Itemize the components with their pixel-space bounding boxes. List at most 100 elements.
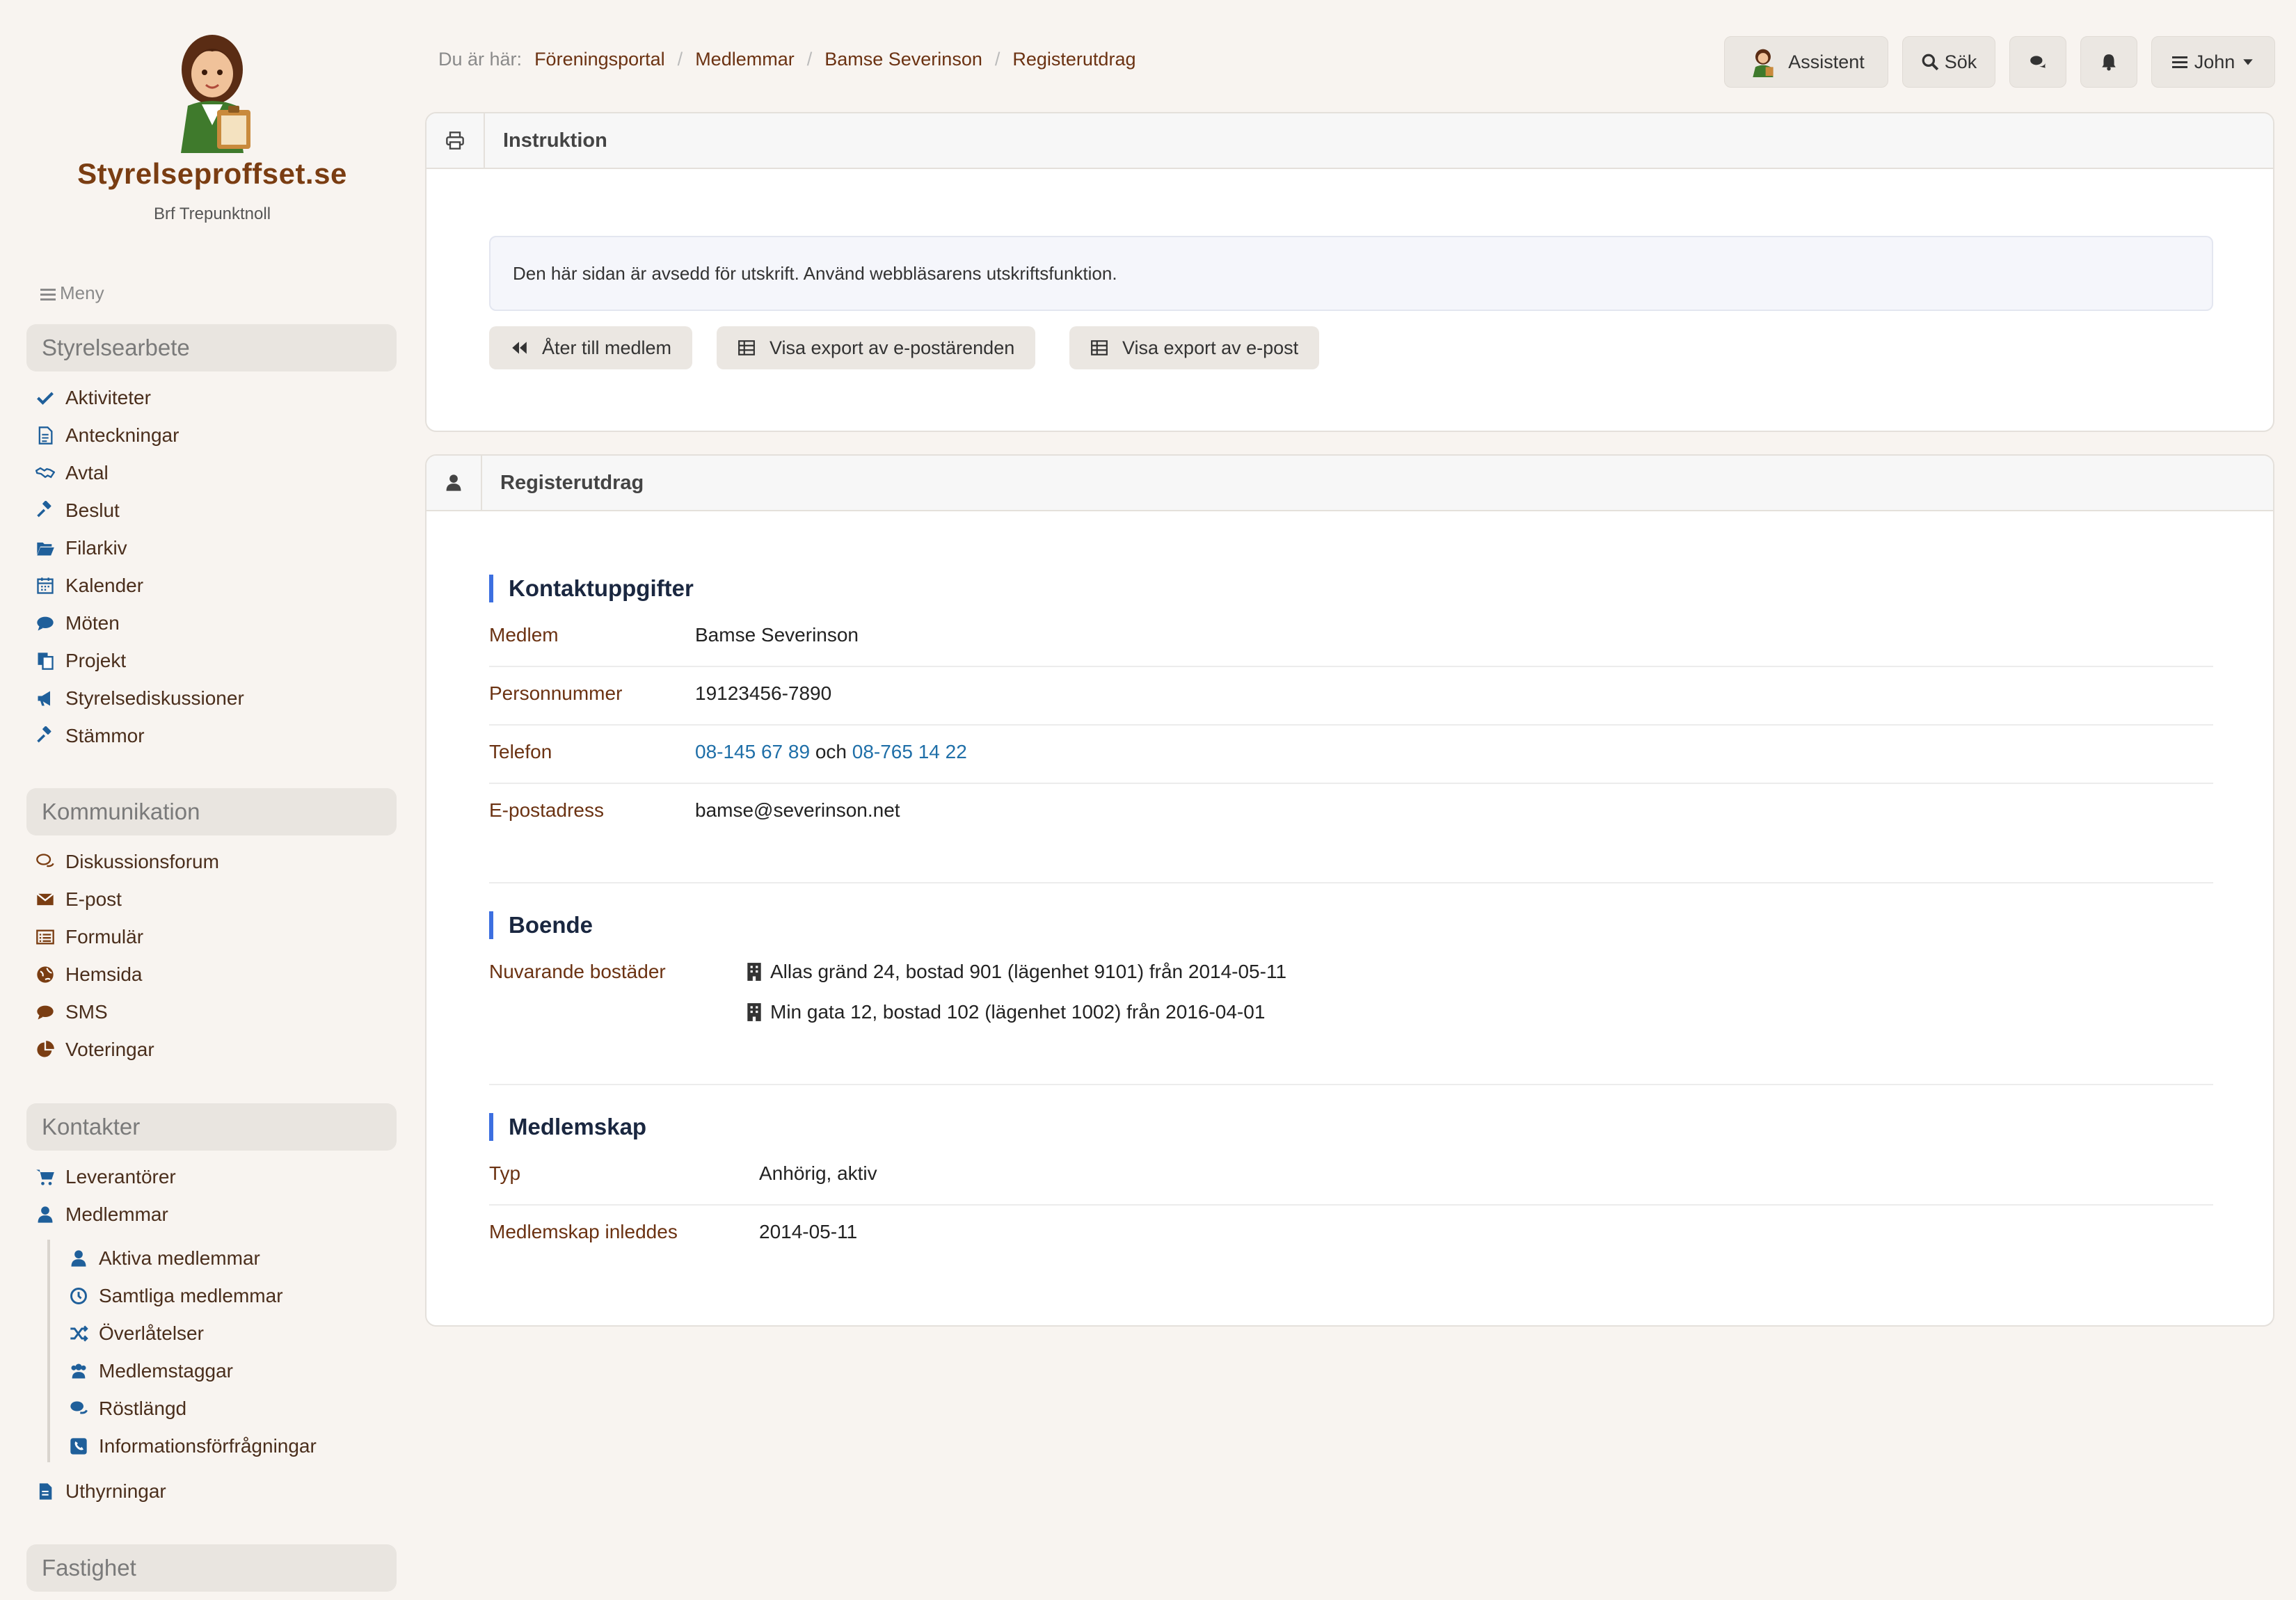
mascot-logo-icon[interactable] (153, 28, 271, 153)
user-icon (35, 1204, 56, 1225)
messages-button[interactable] (2009, 36, 2066, 88)
document-icon (35, 425, 56, 446)
user-icon (68, 1248, 89, 1269)
gavel-icon (35, 726, 56, 746)
copy-icon (35, 650, 56, 671)
section-fastighet[interactable]: Fastighet (26, 1544, 397, 1592)
membership-start-row: Medlemskap inleddes 2014-05-11 (489, 1206, 2213, 1264)
nav-diskussionsforum[interactable]: Diskussionsforum (35, 848, 219, 876)
instruction-panel: Instruktion Den här sidan är avsedd för … (425, 112, 2274, 432)
breadcrumb-member[interactable]: Bamse Severinson (824, 49, 982, 70)
section-divider (489, 1084, 2213, 1085)
breadcrumb-medlemmar[interactable]: Medlemmar (695, 49, 795, 70)
breadcrumb-foreningsportal[interactable]: Föreningsportal (534, 49, 665, 70)
housing-section-title: Boende (489, 911, 593, 939)
comment-icon (35, 613, 56, 634)
housing-row: Nuvarande bostäder (489, 945, 767, 1004)
export-email-button[interactable]: Visa export av e-post (1069, 326, 1320, 369)
search-button[interactable]: Sök (1902, 36, 1995, 88)
user-menu-button[interactable]: John (2151, 36, 2275, 88)
membership-start-value: 2014-05-11 (759, 1221, 858, 1242)
pnr-label: Personnummer (489, 682, 623, 704)
contact-section-title: Kontaktuppgifter (489, 575, 694, 602)
nav-rostlangd[interactable]: Röstlängd (68, 1395, 186, 1423)
phone-label: Telefon (489, 741, 552, 762)
nav-aktiviteter[interactable]: Aktiviteter (35, 384, 151, 412)
breadcrumb: Du är här: Föreningsportal / Medlemmar /… (438, 49, 1136, 70)
membership-type-row: Typ Anhörig, aktiv (489, 1147, 2213, 1206)
building-icon (747, 963, 761, 981)
shuffle-icon (68, 1323, 89, 1344)
logo-area: Styrelseproffset.se Brf Trepunktnoll (0, 28, 424, 224)
building-icon (747, 1003, 761, 1021)
nav-avtal[interactable]: Avtal (35, 459, 109, 487)
nav-anteckningar[interactable]: Anteckningar (35, 422, 179, 449)
brand-name[interactable]: Styrelseproffset.se (0, 157, 424, 191)
assistant-button[interactable]: Assistent (1724, 36, 1888, 88)
backward-icon (512, 342, 527, 354)
nav-medlemmar[interactable]: Medlemmar (35, 1201, 168, 1229)
notifications-button[interactable] (2080, 36, 2137, 88)
section-styrelsearbete[interactable]: Styrelsearbete (26, 324, 397, 371)
residence-item: Min gata 12, bostad 102 (lägenhet 1002) … (747, 1001, 1265, 1023)
calendar-icon (35, 575, 56, 596)
member-label: Medlem (489, 624, 559, 646)
phone-link-2[interactable]: 08-765 14 22 (852, 741, 967, 762)
nav-kalender[interactable]: Kalender (35, 572, 143, 600)
nav-formular[interactable]: Formulär (35, 923, 143, 951)
email-value: bamse@severinson.net (695, 799, 900, 821)
sidebar: Styrelseproffset.se Brf Trepunktnoll Men… (0, 0, 417, 1600)
nav-beslut[interactable]: Beslut (35, 497, 120, 525)
section-kontakter[interactable]: Kontakter (26, 1103, 397, 1151)
comments-icon (2030, 56, 2046, 68)
nav-projekt[interactable]: Projekt (35, 647, 126, 675)
back-to-member-button[interactable]: Åter till medlem (489, 326, 693, 369)
nav-styrelsediskussioner[interactable]: Styrelsediskussioner (35, 685, 244, 712)
nav-informationsforfragningar[interactable]: Informationsförfrågningar (68, 1432, 317, 1460)
nav-uthyrningar[interactable]: Uthyrningar (35, 1478, 166, 1505)
housing-label: Nuvarande bostäder (489, 961, 666, 982)
nav-aktiva-medlemmar[interactable]: Aktiva medlemmar (68, 1245, 260, 1272)
submenu-rail (47, 1240, 50, 1462)
membership-type-label: Typ (489, 1162, 521, 1184)
nav-moten[interactable]: Möten (35, 609, 120, 637)
print-info-alert: Den här sidan är avsedd för utskrift. An… (489, 236, 2213, 311)
hamburger-icon (40, 286, 56, 303)
nav-leverantorer[interactable]: Leverantörer (35, 1163, 176, 1191)
export-email-cases-button[interactable]: Visa export av e-postärenden (717, 326, 1036, 369)
check-icon (35, 387, 56, 408)
handshake-icon (35, 463, 56, 483)
email-label: E-postadress (489, 799, 604, 821)
phone-link-1[interactable]: 08-145 67 89 (695, 741, 810, 762)
nav-samtliga-medlemmar[interactable]: Samtliga medlemmar (68, 1282, 283, 1310)
pnr-value: 19123456-7890 (695, 682, 832, 704)
breadcrumb-registerutdrag[interactable]: Registerutdrag (1012, 49, 1135, 70)
nav-sms[interactable]: SMS (35, 998, 108, 1026)
nav-hemsida[interactable]: Hemsida (35, 961, 142, 989)
print-icon[interactable] (426, 113, 485, 168)
user-icon (426, 456, 482, 511)
table-icon (1091, 340, 1108, 355)
comments-icon (35, 851, 56, 872)
assistant-avatar-icon (1753, 49, 1773, 77)
search-icon (1922, 54, 1938, 71)
comment-icon (35, 1002, 56, 1023)
register-panel: Registerutdrag Kontaktuppgifter Medlem B… (425, 454, 2274, 1327)
section-kommunikation[interactable]: Kommunikation (26, 788, 397, 835)
nav-epost[interactable]: E-post (35, 886, 122, 913)
bell-icon (2102, 54, 2116, 71)
clock-icon (68, 1286, 89, 1306)
shopping-cart-icon (35, 1167, 56, 1187)
users-icon (68, 1361, 89, 1382)
folder-open-icon (35, 538, 56, 559)
membership-start-label: Medlemskap inleddes (489, 1221, 678, 1242)
nav-overlatelser[interactable]: Överlåtelser (68, 1320, 204, 1347)
organization-name: Brf Trepunktnoll (153, 205, 271, 223)
nav-filarkiv[interactable]: Filarkiv (35, 534, 127, 562)
nav-medlemstaggar[interactable]: Medlemstaggar (68, 1357, 233, 1385)
section-divider (489, 882, 2213, 883)
nav-voteringar[interactable]: Voteringar (35, 1036, 154, 1064)
menu-label[interactable]: Meny (40, 282, 104, 304)
globe-icon (35, 964, 56, 985)
nav-stammor[interactable]: Stämmor (35, 722, 145, 750)
